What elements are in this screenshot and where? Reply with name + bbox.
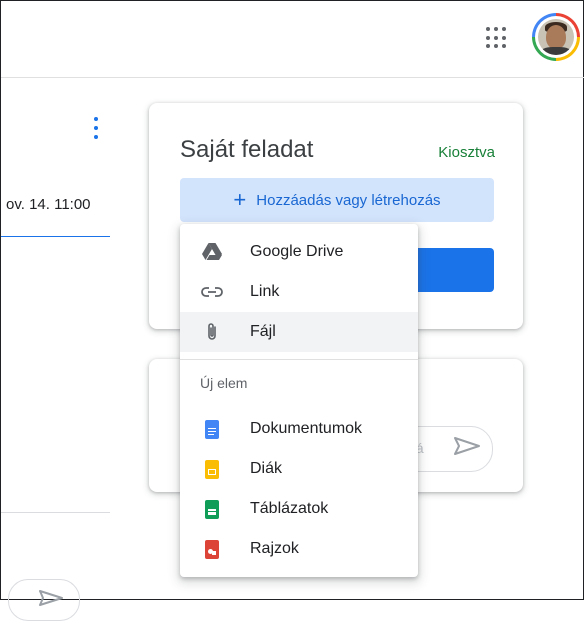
google-drive-icon	[200, 240, 224, 264]
new-item-section-label: Új elem	[200, 375, 248, 391]
menu-item-file[interactable]: Fájl	[180, 312, 418, 352]
more-options-icon[interactable]	[94, 117, 98, 139]
menu-item-sheets[interactable]: Táblázatok	[180, 489, 418, 529]
google-docs-icon	[200, 417, 224, 441]
menu-item-slides[interactable]: Diák	[180, 449, 418, 489]
send-icon[interactable]	[38, 590, 64, 606]
menu-item-google-drive[interactable]: Google Drive	[180, 232, 418, 272]
card-title: Saját feladat	[180, 136, 314, 163]
top-bar	[1, 1, 584, 78]
add-create-menu: Google Drive Link Fájl Új elem Dokumentu…	[180, 224, 418, 577]
menu-divider	[180, 359, 418, 360]
send-icon[interactable]	[453, 436, 481, 456]
menu-item-label: Fájl	[250, 323, 276, 340]
status-badge: Kiosztva	[438, 144, 495, 161]
add-or-create-button[interactable]: + Hozzáadás vagy létrehozás	[180, 178, 494, 222]
menu-item-link[interactable]: Link	[180, 272, 418, 312]
due-date-text: ov. 14. 11:00	[6, 196, 91, 213]
mark-as-done-button[interactable]	[409, 248, 494, 292]
google-drawings-icon	[200, 537, 224, 561]
active-divider	[1, 236, 110, 237]
menu-item-label: Dokumentumok	[250, 420, 363, 437]
paperclip-icon	[200, 320, 224, 344]
google-slides-icon	[200, 457, 224, 481]
menu-item-label: Link	[250, 283, 280, 300]
apps-grid-icon[interactable]	[486, 27, 508, 49]
menu-item-label: Rajzok	[250, 540, 299, 557]
menu-item-label: Táblázatok	[250, 500, 329, 517]
add-or-create-label: Hozzáadás vagy létrehozás	[256, 191, 441, 209]
menu-item-drawings[interactable]: Rajzok	[180, 529, 418, 569]
google-sheets-icon	[200, 497, 224, 521]
account-avatar[interactable]	[532, 13, 580, 61]
menu-item-label: Diák	[250, 460, 283, 477]
section-divider	[1, 512, 110, 513]
menu-item-label: Google Drive	[250, 243, 344, 260]
menu-item-docs[interactable]: Dokumentumok	[180, 409, 418, 449]
link-icon	[200, 280, 224, 304]
avatar-photo	[538, 19, 574, 55]
plus-icon: +	[233, 187, 247, 212]
